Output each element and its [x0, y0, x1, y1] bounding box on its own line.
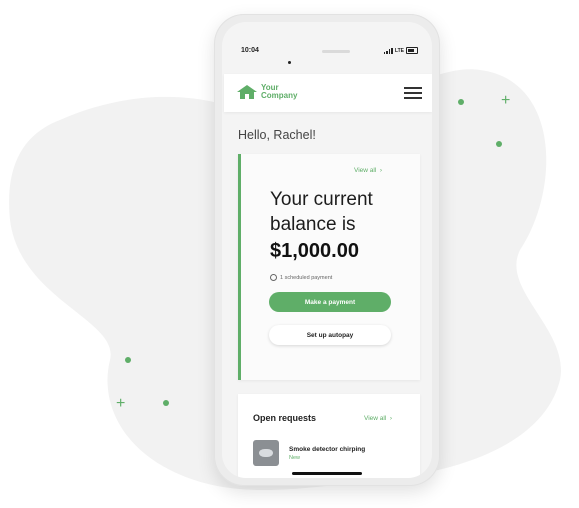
open-requests-card: Open requests View all › Smoke detector …: [238, 394, 420, 478]
decor-plus: +: [501, 92, 511, 109]
hamburger-menu-icon[interactable]: [404, 87, 422, 99]
requests-view-all-link[interactable]: View all ›: [364, 415, 392, 422]
balance-card: View all › Your current balance is $1,00…: [238, 154, 420, 380]
decor-dot: [458, 99, 464, 105]
chevron-right-icon: ›: [378, 167, 383, 174]
request-text: Smoke detector chirping New: [289, 446, 365, 461]
decor-plus: +: [116, 395, 126, 412]
scheduled-payment-text: 1 scheduled payment: [280, 274, 333, 281]
request-title: Smoke detector chirping: [289, 445, 366, 453]
status-time: 10:04: [241, 47, 259, 54]
home-indicator[interactable]: [292, 472, 362, 475]
house-icon: [237, 85, 257, 99]
decor-dot: [163, 400, 169, 406]
phone-screen: 10:04 LTE Your Company Hello, Rachel! Vi…: [222, 22, 432, 478]
decor-dot: [496, 141, 502, 147]
status-bar: 10:04 LTE: [222, 44, 432, 60]
clock-icon: [270, 274, 277, 281]
logo-text: Your Company: [261, 84, 297, 100]
list-item[interactable]: Smoke detector chirping New: [253, 438, 413, 468]
view-all-label: View all: [354, 167, 377, 174]
stage: + + 10:04 LTE Your Company Hello, Rachel…: [0, 0, 579, 508]
request-status: New: [289, 454, 301, 461]
setup-autopay-button[interactable]: Set up autopay: [269, 325, 391, 345]
balance-heading-line-1: Your current: [270, 189, 373, 210]
balance-heading-line-2: balance is: [270, 214, 356, 235]
status-indicators: LTE: [383, 47, 418, 54]
decor-dot: [125, 357, 131, 363]
battery-icon: [406, 47, 418, 54]
network-label: LTE: [394, 47, 404, 54]
make-payment-button[interactable]: Make a payment: [269, 292, 391, 312]
greeting: Hello, Rachel!: [238, 128, 316, 142]
logo-line-2: Company: [261, 91, 298, 100]
view-all-label: View all: [364, 415, 387, 422]
scheduled-payment-note: 1 scheduled payment: [270, 274, 332, 281]
phone-frame: 10:04 LTE Your Company Hello, Rachel! Vi…: [214, 14, 440, 486]
camera-dot: [288, 61, 291, 64]
chevron-right-icon: ›: [388, 415, 393, 422]
balance-view-all-link[interactable]: View all ›: [354, 167, 382, 174]
open-requests-title: Open requests: [253, 413, 317, 423]
app-header: Your Company: [224, 74, 432, 112]
smoke-detector-thumbnail: [253, 440, 279, 466]
balance-amount: $1,000.00: [270, 240, 359, 262]
company-logo[interactable]: Your Company: [236, 84, 297, 100]
signal-icon: [383, 47, 393, 54]
